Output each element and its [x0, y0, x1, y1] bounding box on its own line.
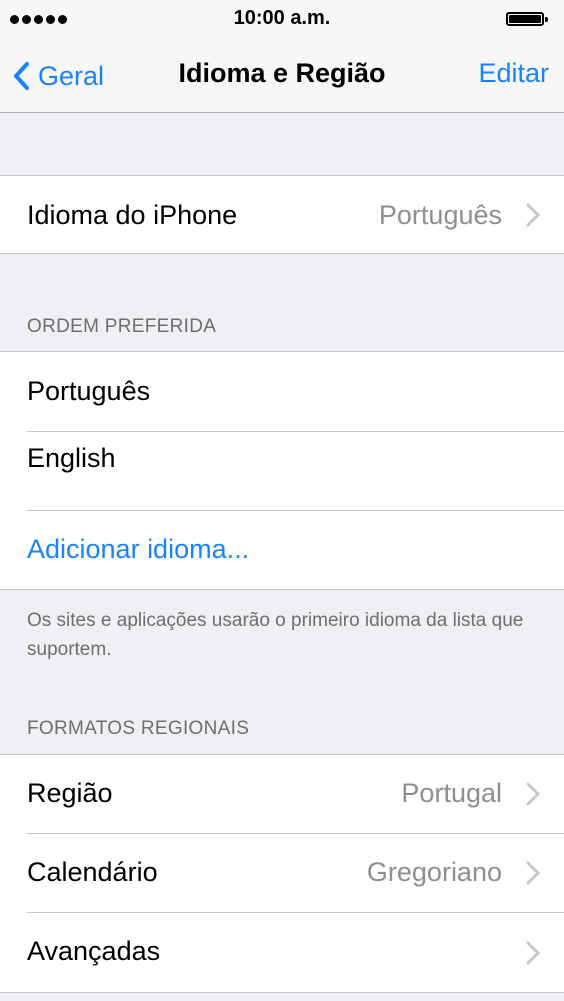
preferred-order-header: ORDEM PREFERIDA — [27, 316, 217, 337]
chevron-right-icon — [526, 941, 540, 965]
calendar-row[interactable]: Calendário Gregoriano — [0, 834, 564, 912]
status-time: 10:00 a.m. — [233, 7, 331, 29]
language-portugues: Português — [27, 376, 151, 406]
calendar-label: Calendário — [27, 857, 158, 887]
regional-formats-header: FORMATOS REGIONAIS — [27, 718, 250, 739]
list-item[interactable]: Português — [0, 352, 564, 431]
regional-formats-group: Região Portugal Calendário Gregoriano Av… — [0, 754, 564, 993]
iphone-language-label: Idioma do iPhone — [27, 200, 238, 230]
iphone-language-value: Português — [378, 200, 502, 230]
iphone-language-row[interactable]: Idioma do iPhone Português — [0, 176, 564, 253]
region-label: Região — [27, 778, 113, 808]
region-value: Portugal — [401, 778, 502, 808]
preferred-order-group: Português English Adicionar idioma... — [0, 351, 564, 590]
advanced-label: Avançadas — [27, 936, 161, 966]
navigation-bar: Geral Idioma e Região Editar — [0, 40, 564, 113]
list-item[interactable]: English — [0, 432, 564, 510]
battery-icon — [506, 12, 548, 26]
iphone-language-group: Idioma do iPhone Português — [0, 175, 564, 254]
add-language-label: Adicionar idioma... — [27, 534, 250, 564]
chevron-right-icon — [526, 782, 540, 806]
chevron-right-icon — [526, 861, 540, 885]
chevron-right-icon — [526, 203, 540, 227]
language-english: English — [27, 443, 116, 473]
advanced-row[interactable]: Avançadas — [0, 913, 564, 992]
status-bar: 10:00 a.m. — [0, 0, 564, 40]
edit-button[interactable]: Editar — [478, 58, 549, 89]
calendar-value: Gregoriano — [366, 857, 502, 887]
region-row[interactable]: Região Portugal — [0, 755, 564, 833]
add-language-button[interactable]: Adicionar idioma... — [0, 511, 564, 589]
preferred-order-footer: Os sites e aplicações usarão o primeiro … — [27, 610, 524, 660]
